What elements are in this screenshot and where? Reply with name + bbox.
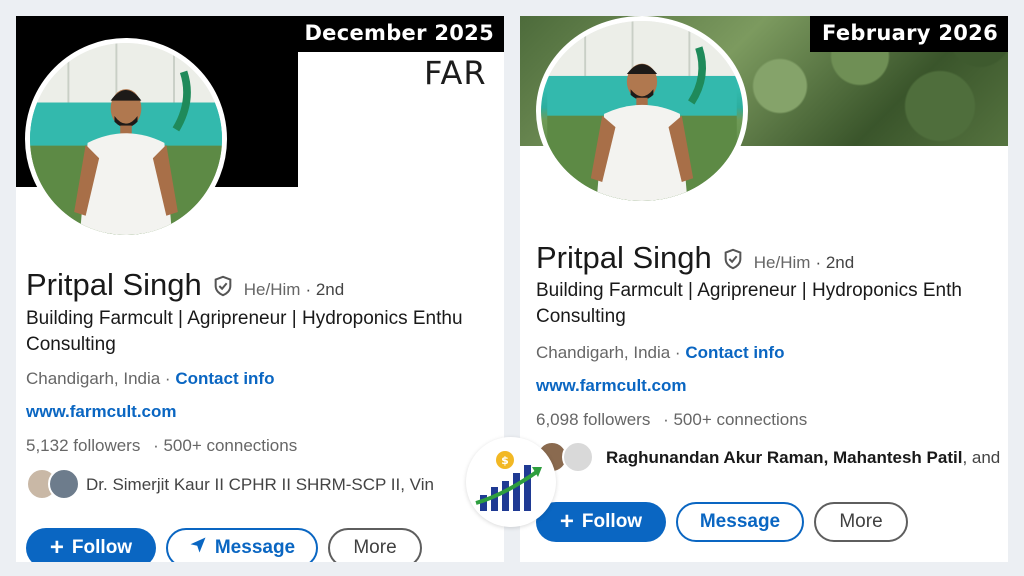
avatar — [562, 441, 594, 473]
headline: Building Farmcult | Agripreneur | Hydrop… — [536, 278, 962, 330]
followers-count[interactable]: 5,132 followers — [26, 436, 140, 455]
mutual-names: Raghunandan Akur Raman, Mahantesh Patil — [606, 448, 963, 467]
date-label: December 2025 — [292, 16, 504, 52]
connections-count[interactable]: · 500+ connections — [663, 410, 807, 429]
followers-count[interactable]: 6,098 followers — [536, 410, 650, 429]
profile-name: Pritpal Singh — [536, 240, 712, 275]
message-label: Message — [214, 537, 296, 558]
name-row: Pritpal Singh He/Him · 2nd — [536, 240, 854, 276]
mutual-connections-text: Dr. Simerjit Kaur II CPHR II SHRM-SCP II… — [86, 475, 434, 494]
message-button[interactable]: Message — [166, 528, 318, 562]
headline-line-1: Building Farmcult | Agripreneur | Hydrop… — [26, 308, 463, 329]
headline: Building Farmcult | Agripreneur | Hydrop… — [26, 306, 463, 358]
website-link[interactable]: www.farmcult.com — [26, 402, 177, 422]
follow-label: Follow — [581, 511, 643, 532]
avatar — [48, 468, 80, 500]
svg-text:$: $ — [501, 454, 509, 467]
connection-degree: · 2nd — [815, 253, 855, 272]
profile-name: Pritpal Singh — [26, 267, 202, 302]
mutual-connections[interactable]: Raghunandan Akur Raman, Mahantesh Patil,… — [536, 441, 1000, 475]
contact-info-link[interactable]: Contact info — [685, 343, 784, 362]
pronouns: He/Him — [243, 280, 301, 299]
follow-label: Follow — [71, 537, 133, 558]
mutual-avatars — [26, 468, 86, 502]
plus-icon: + — [559, 508, 574, 535]
more-button[interactable]: More — [814, 502, 908, 542]
headline-line-1: Building Farmcult | Agripreneur | Hydrop… — [536, 280, 962, 301]
mutual-connections-text: Raghunandan Akur Raman, Mahantesh Patil,… — [606, 448, 1000, 468]
verified-shield-icon[interactable] — [212, 275, 234, 297]
location-row: Chandigarh, India · Contact info — [536, 343, 784, 363]
date-label: February 2026 — [810, 16, 1008, 52]
follow-button[interactable]: + Follow — [26, 528, 156, 562]
location-row: Chandigarh, India · Contact info — [26, 369, 274, 389]
more-label: More — [353, 537, 397, 558]
name-row: Pritpal Singh He/Him · 2nd — [26, 267, 344, 303]
plus-icon: + — [49, 534, 64, 561]
send-icon — [189, 536, 207, 560]
stats-row: 6,098 followers · 500+ connections — [536, 410, 807, 430]
stats-row: 5,132 followers · 500+ connections — [26, 436, 297, 456]
mutual-connections[interactable]: Dr. Simerjit Kaur II CPHR II SHRM-SCP II… — [26, 468, 434, 502]
location: Chandigarh, India · — [26, 369, 171, 388]
headline-line-2: Consulting — [536, 306, 626, 327]
headline-line-2: Consulting — [26, 334, 116, 355]
more-label: More — [839, 511, 883, 532]
pronouns: He/Him — [753, 253, 811, 272]
verified-shield-icon[interactable] — [722, 248, 744, 270]
location: Chandigarh, India · — [536, 343, 681, 362]
profile-photo[interactable] — [25, 38, 227, 240]
growth-chart-icon: $ — [466, 437, 556, 527]
connections-count[interactable]: · 500+ connections — [153, 436, 297, 455]
contact-info-link[interactable]: Contact info — [175, 369, 274, 388]
message-label: Message — [699, 511, 781, 532]
profile-card-february: February 2026 Pritpal Singh He/Him · 2nd — [520, 16, 1008, 562]
connection-degree: · 2nd — [305, 280, 345, 299]
profile-card-december: FAR December 2025 Pritpal Singh He/Him ·… — [16, 16, 504, 562]
website-link[interactable]: www.farmcult.com — [536, 376, 687, 396]
message-button[interactable]: Message — [676, 502, 804, 542]
mutual-tail: , and — [962, 448, 1001, 467]
more-button[interactable]: More — [328, 528, 422, 562]
profile-photo[interactable] — [536, 16, 748, 206]
banner-wordmark: FAR — [424, 54, 487, 92]
